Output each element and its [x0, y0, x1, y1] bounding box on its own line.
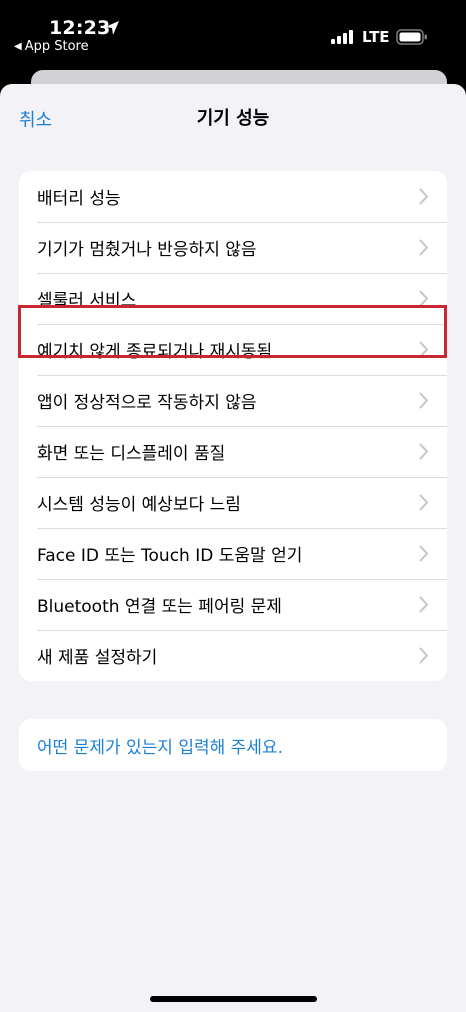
chevron-right-icon: [419, 647, 428, 664]
option-unexpected-restart[interactable]: 예기치 않게 종료되거나 재시동됨: [19, 324, 447, 375]
option-label: 예기치 않게 종료되거나 재시동됨: [37, 342, 273, 362]
option-new-product-setup[interactable]: 새 제품 설정하기: [19, 630, 447, 681]
chevron-right-icon: [419, 443, 428, 460]
option-label: 앱이 정상적으로 작동하지 않음: [37, 393, 257, 413]
status-bar: 12:23 ◀ App Store LTE: [0, 0, 466, 60]
chevron-right-icon: [419, 596, 428, 613]
chevron-right-icon: [419, 494, 428, 511]
option-battery-performance[interactable]: 배터리 성능: [19, 171, 447, 222]
back-triangle-icon: ◀: [14, 41, 22, 52]
option-label: 셀룰러 서비스: [37, 291, 137, 311]
chevron-right-icon: [419, 392, 428, 409]
option-label: 기기가 멈췄거나 반응하지 않음: [37, 240, 257, 260]
status-time: 12:23: [49, 17, 111, 39]
sheet-title: 기기 성능: [196, 108, 270, 129]
back-to-app-label: App Store: [24, 39, 89, 54]
network-type: LTE: [362, 28, 390, 46]
home-indicator[interactable]: [150, 996, 317, 1002]
option-label: Face ID 또는 Touch ID 도움말 얻기: [37, 546, 303, 566]
screen: 12:23 ◀ App Store LTE 취소 기기 성능 배터리 성능 기기…: [0, 0, 466, 1012]
cellular-signal-icon: [331, 30, 353, 44]
chevron-right-icon: [419, 188, 428, 205]
option-face-touch-id-help[interactable]: Face ID 또는 Touch ID 도움말 얻기: [19, 528, 447, 579]
describe-issue-button[interactable]: 어떤 문제가 있는지 입력해 주세요.: [19, 719, 447, 771]
chevron-right-icon: [419, 341, 428, 358]
battery-icon: [396, 29, 427, 45]
chevron-right-icon: [419, 239, 428, 256]
option-app-not-working[interactable]: 앱이 정상적으로 작동하지 않음: [19, 375, 447, 426]
option-label: 새 제품 설정하기: [37, 648, 158, 668]
issue-options-list: 배터리 성능 기기가 멈췄거나 반응하지 않음 셀룰러 서비스 예기치 않게 종…: [19, 171, 447, 681]
location-arrow-icon: [105, 21, 119, 35]
option-label: Bluetooth 연결 또는 페어링 문제: [37, 597, 282, 617]
option-cellular-service[interactable]: 셀룰러 서비스: [19, 273, 447, 324]
option-slow-performance[interactable]: 시스템 성능이 예상보다 느림: [19, 477, 447, 528]
chevron-right-icon: [419, 545, 428, 562]
back-to-app-store[interactable]: ◀ App Store: [14, 39, 89, 54]
option-label: 배터리 성능: [37, 189, 121, 209]
chevron-right-icon: [419, 290, 428, 307]
option-label: 시스템 성능이 예상보다 느림: [37, 495, 241, 515]
option-device-frozen[interactable]: 기기가 멈췄거나 반응하지 않음: [19, 222, 447, 273]
option-label: 화면 또는 디스플레이 품질: [37, 444, 226, 464]
describe-issue-label: 어떤 문제가 있는지 입력해 주세요.: [37, 737, 283, 758]
option-bluetooth-pairing[interactable]: Bluetooth 연결 또는 페어링 문제: [19, 579, 447, 630]
option-display-quality[interactable]: 화면 또는 디스플레이 품질: [19, 426, 447, 477]
device-performance-sheet: 취소 기기 성능 배터리 성능 기기가 멈췄거나 반응하지 않음 셀룰러 서비스…: [0, 84, 466, 1012]
